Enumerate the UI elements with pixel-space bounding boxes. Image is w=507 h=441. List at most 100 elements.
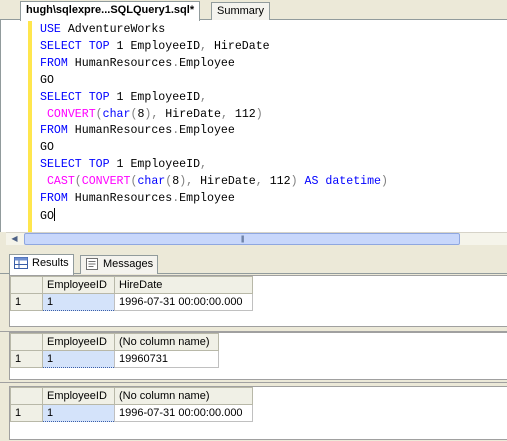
code-token: TOP bbox=[88, 158, 117, 172]
code-line[interactable]: SELECT TOP 1 EmployeeID, bbox=[40, 90, 388, 107]
scroll-left-icon[interactable]: ◀ bbox=[8, 233, 21, 245]
code-token: AdventureWorks bbox=[67, 23, 166, 36]
code-token: 112 bbox=[234, 107, 256, 121]
code-token: USE bbox=[40, 23, 68, 36]
grid-cell[interactable]: 1996-07-31 00:00:00.000 bbox=[114, 293, 253, 311]
code-token: CONVERT bbox=[81, 175, 131, 189]
code-token: HireDate bbox=[200, 175, 256, 189]
code-token: , bbox=[200, 90, 208, 104]
tab-messages-label: Messages bbox=[103, 258, 154, 270]
code-line[interactable]: SELECT TOP 1 EmployeeID, HireDate bbox=[40, 39, 388, 56]
code-token: CAST bbox=[40, 175, 75, 189]
grid-separator bbox=[0, 382, 507, 383]
code-token: Employee bbox=[179, 56, 235, 70]
grid-cell[interactable]: 1996-07-31 00:00:00.000 bbox=[114, 404, 253, 422]
pane-splitter[interactable] bbox=[0, 245, 507, 253]
code-token: FROM bbox=[40, 56, 75, 70]
tab-summary[interactable]: Summary bbox=[211, 2, 271, 20]
tab-results[interactable]: Results bbox=[9, 254, 74, 275]
scroll-grip-icon: ||| bbox=[241, 236, 245, 243]
code-token: TOP bbox=[88, 39, 117, 53]
grid-cell[interactable]: 1 bbox=[42, 404, 115, 422]
code-line[interactable]: GO bbox=[40, 140, 388, 157]
code-token: datetime bbox=[325, 175, 382, 189]
tab-sqlquery1[interactable]: hugh\sqlexpre...SQLQuery1.sql* bbox=[20, 1, 201, 21]
query-editor[interactable]: USE AdventureWorks SELECT TOP 1 EmployeeI… bbox=[0, 20, 507, 232]
editor-horizontal-scrollbar[interactable]: ◀ ||| bbox=[6, 232, 507, 245]
text-caret bbox=[53, 207, 55, 221]
row-number[interactable]: 1 bbox=[10, 293, 43, 311]
messages-icon bbox=[86, 258, 98, 270]
code-token: ( bbox=[95, 107, 103, 121]
code-token: ), bbox=[144, 107, 166, 121]
results-tab-strip: Results Messages bbox=[0, 253, 507, 275]
code-token: GO bbox=[40, 209, 54, 223]
code-line[interactable]: FROM HumanResources.Employee bbox=[40, 56, 388, 73]
column-header[interactable]: EmployeeID bbox=[42, 276, 115, 294]
query-text[interactable]: USE AdventureWorks SELECT TOP 1 EmployeeI… bbox=[40, 22, 388, 226]
grid-corner[interactable] bbox=[10, 333, 43, 351]
tab-results-label: Results bbox=[32, 257, 69, 269]
code-token: , bbox=[220, 107, 235, 121]
row-number[interactable]: 1 bbox=[10, 350, 43, 368]
code-line[interactable]: FROM HumanResources.Employee bbox=[40, 191, 388, 208]
code-token: CONVERT bbox=[40, 107, 96, 121]
scroll-thumb[interactable]: ||| bbox=[24, 233, 460, 245]
code-token: FROM bbox=[40, 124, 75, 138]
code-token: ) bbox=[290, 175, 305, 189]
grid-corner[interactable] bbox=[10, 276, 43, 294]
code-token: ) bbox=[255, 107, 263, 121]
code-token: , bbox=[200, 39, 214, 53]
code-token: ( bbox=[74, 175, 82, 189]
code-token: char bbox=[137, 175, 166, 189]
code-token: 112 bbox=[269, 175, 291, 189]
table-row[interactable]: 1 1 1996-07-31 00:00:00.000 bbox=[10, 293, 253, 311]
results-pane: EmployeeID HireDate 1 1 1996-07-31 00:00… bbox=[0, 274, 507, 441]
document-tab-strip: hugh\sqlexpre...SQLQuery1.sql* Summary bbox=[0, 0, 507, 21]
grid-cell[interactable]: 1 bbox=[42, 293, 115, 311]
code-token: 1 EmployeeID bbox=[116, 158, 201, 172]
code-token: Employee bbox=[179, 124, 235, 138]
code-token: Employee bbox=[179, 192, 235, 206]
code-token: HireDate bbox=[213, 39, 270, 53]
column-header[interactable]: EmployeeID bbox=[42, 387, 115, 405]
result-grid-2[interactable]: EmployeeID (No column name) 1 1 19960731 bbox=[9, 332, 507, 380]
code-line[interactable]: SELECT TOP 1 EmployeeID, bbox=[40, 157, 388, 174]
code-token: HireDate bbox=[165, 107, 221, 121]
column-header[interactable]: (No column name) bbox=[114, 387, 253, 405]
code-line[interactable]: GO bbox=[40, 73, 388, 90]
code-line[interactable]: GO bbox=[40, 207, 388, 226]
code-token: GO bbox=[40, 73, 54, 87]
code-token: HumanResources bbox=[74, 56, 173, 70]
grid-cell[interactable]: 19960731 bbox=[114, 350, 219, 368]
grid-cell[interactable]: 1 bbox=[42, 350, 115, 368]
code-line[interactable]: FROM HumanResources.Employee bbox=[40, 123, 388, 140]
column-header[interactable]: EmployeeID bbox=[42, 333, 115, 351]
code-token: SELECT bbox=[40, 39, 89, 53]
results-grid-icon bbox=[14, 257, 28, 269]
row-number[interactable]: 1 bbox=[10, 404, 43, 422]
result-grid-1[interactable]: EmployeeID HireDate 1 1 1996-07-31 00:00… bbox=[9, 275, 507, 327]
table-row[interactable]: 1 1 19960731 bbox=[10, 350, 219, 368]
code-token: 1 EmployeeID bbox=[116, 90, 201, 104]
column-header[interactable]: (No column name) bbox=[114, 333, 219, 351]
code-token: HumanResources bbox=[74, 124, 173, 138]
code-line[interactable]: USE AdventureWorks bbox=[40, 22, 388, 39]
code-token: AS bbox=[304, 175, 326, 189]
result-grid-3[interactable]: EmployeeID (No column name) 1 1 1996-07-… bbox=[9, 386, 507, 440]
column-header[interactable]: HireDate bbox=[114, 276, 253, 294]
tab-messages[interactable]: Messages bbox=[80, 255, 159, 274]
code-token: , bbox=[255, 175, 270, 189]
code-token: SELECT bbox=[40, 90, 89, 104]
code-line[interactable]: CONVERT(char(8), HireDate, 112) bbox=[40, 107, 388, 124]
code-token: 1 EmployeeID bbox=[116, 39, 201, 53]
code-line[interactable]: CAST(CONVERT(char(8), HireDate, 112) AS … bbox=[40, 174, 388, 191]
code-token: ) bbox=[381, 175, 388, 189]
grid-corner[interactable] bbox=[10, 387, 43, 405]
code-token: SELECT bbox=[40, 158, 89, 172]
code-token: GO bbox=[40, 141, 54, 155]
code-token: TOP bbox=[88, 90, 117, 104]
code-token: char bbox=[102, 107, 131, 121]
table-row[interactable]: 1 1 1996-07-31 00:00:00.000 bbox=[10, 404, 253, 422]
code-token: , bbox=[200, 158, 208, 172]
